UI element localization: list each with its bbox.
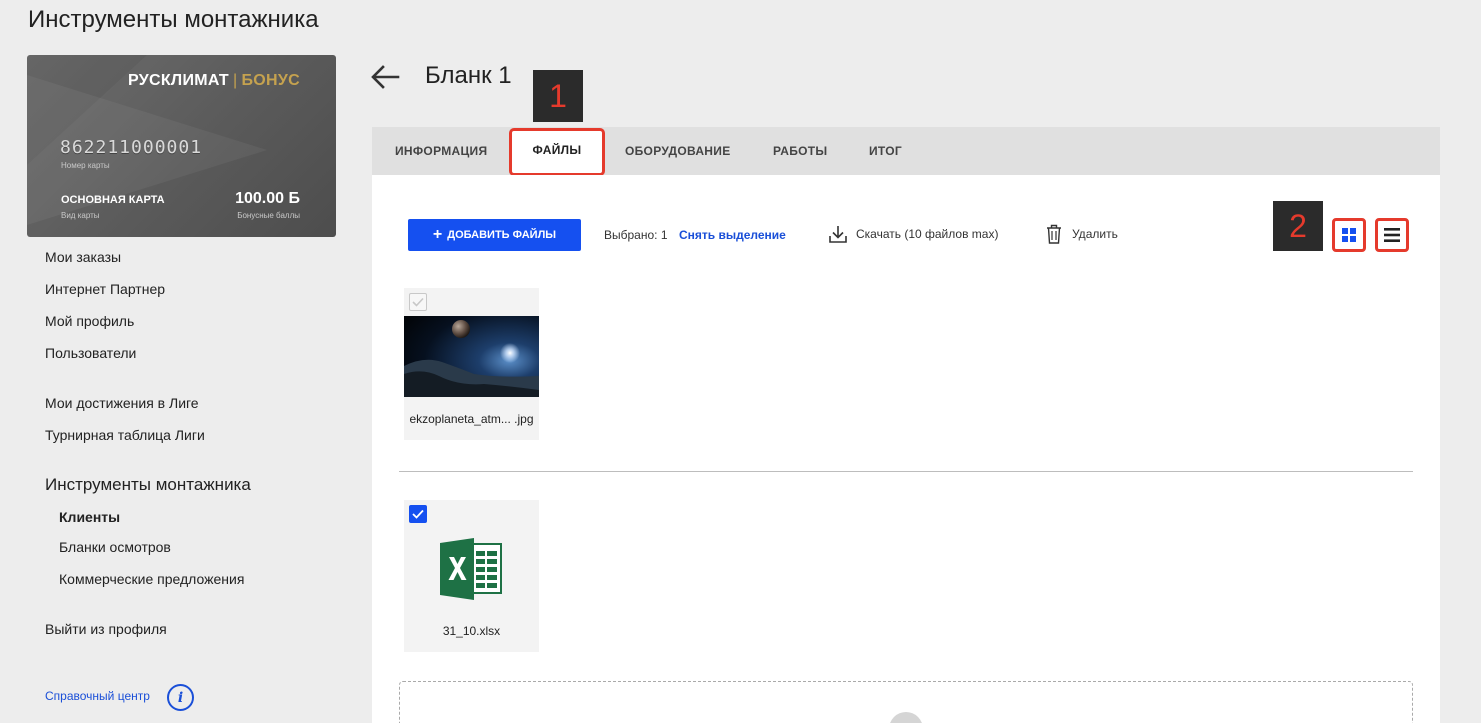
page-title: Бланк 1 — [425, 62, 512, 89]
sidebar-item-inspection-forms[interactable]: Бланки осмотров — [59, 539, 171, 555]
excel-file-icon — [440, 538, 502, 605]
list-icon — [1384, 228, 1400, 242]
sidebar-item-internet-partner[interactable]: Интернет Партнер — [45, 281, 165, 297]
trash-icon — [1047, 224, 1061, 244]
sidebar-item-users[interactable]: Пользователи — [45, 345, 136, 361]
card-points-label: Бонусные баллы — [237, 211, 300, 220]
file-card-image[interactable]: ekzoplaneta_atm... .jpg — [404, 288, 539, 440]
deselect-link[interactable]: Снять выделение — [679, 228, 786, 242]
sidebar-item-commercial-offers[interactable]: Коммерческие предложения — [59, 571, 244, 587]
tab-works[interactable]: РАБОТЫ — [773, 127, 827, 175]
help-center-link[interactable]: Справочный центр — [45, 689, 150, 703]
card-brand: РУСКЛИМАТ | БОНУС — [127, 72, 300, 89]
add-files-button[interactable]: + ДОБАВИТЬ ФАЙЛЫ — [408, 219, 581, 251]
sidebar-item-league-table[interactable]: Турнирная таблица Лиги — [45, 427, 205, 443]
plus-icon: + — [432, 226, 443, 243]
tab-equipment[interactable]: ОБОРУДОВАНИЕ — [625, 127, 731, 175]
app-title: Инструменты монтажника — [28, 6, 319, 33]
card-type-label: Вид карты — [61, 211, 100, 220]
delete-button[interactable]: Удалить — [1046, 224, 1118, 244]
sidebar-item-logout[interactable]: Выйти из профиля — [45, 621, 167, 637]
file-checkbox-checked[interactable] — [409, 505, 427, 523]
list-view-button[interactable] — [1375, 218, 1409, 252]
grid-icon — [1342, 228, 1356, 242]
sidebar-item-achievements[interactable]: Мои достижения в Лиге — [45, 395, 199, 411]
check-icon — [412, 297, 424, 307]
bonus-card: РУСКЛИМАТ | БОНУС 862211000001 Номер карты… — [27, 55, 336, 237]
card-type: ОСНОВНАЯ КАРТА — [61, 194, 165, 206]
sidebar-section-tools[interactable]: Инструменты монтажника — [45, 475, 251, 495]
image-thumbnail[interactable] — [404, 316, 539, 397]
divider — [399, 471, 1413, 472]
check-icon — [412, 509, 424, 519]
tab-files-highlight — [509, 128, 605, 176]
card-number-label: Номер карты — [61, 161, 110, 170]
file-card-excel[interactable]: 31_10.xlsx — [404, 500, 539, 652]
download-icon — [829, 226, 847, 243]
card-points: 100.00 Б — [235, 190, 300, 207]
info-icon[interactable]: i — [167, 684, 194, 711]
tab-summary[interactable]: ИТОГ — [869, 127, 902, 175]
sidebar-item-orders[interactable]: Мои заказы — [45, 249, 121, 265]
file-name: 31_10.xlsx — [442, 624, 501, 638]
sidebar-item-clients[interactable]: Клиенты — [59, 509, 120, 525]
selected-count: Выбрано: 1 — [604, 228, 668, 242]
sidebar-item-profile[interactable]: Мой профиль — [45, 313, 134, 329]
back-arrow-icon[interactable] — [370, 64, 400, 90]
grid-view-button[interactable] — [1332, 218, 1366, 252]
tab-information[interactable]: ИНФОРМАЦИЯ — [395, 127, 487, 175]
file-name: ekzoplaneta_atm... .jpg — [409, 412, 534, 426]
card-number: 862211000001 — [60, 137, 203, 158]
download-button[interactable]: Скачать (10 файлов max) — [828, 224, 998, 244]
callout-badge-1: 1 — [533, 70, 583, 122]
file-checkbox[interactable] — [409, 293, 427, 311]
callout-badge-2: 2 — [1273, 201, 1323, 251]
